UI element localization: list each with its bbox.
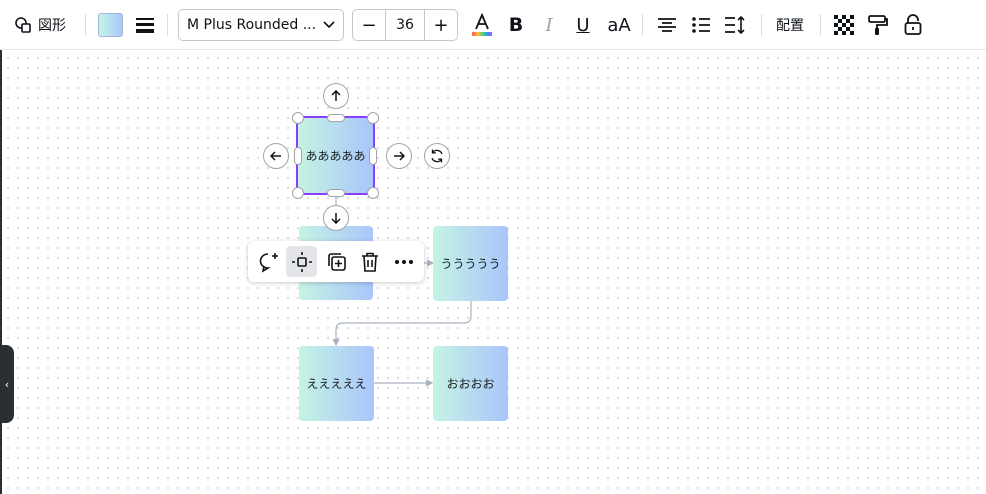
arrow-up-icon bbox=[331, 90, 341, 101]
add-connection-left-button[interactable] bbox=[263, 143, 289, 169]
position-button[interactable]: 配置 bbox=[772, 10, 808, 40]
add-comment-button[interactable] bbox=[253, 246, 284, 277]
text-align-button[interactable] bbox=[652, 10, 682, 40]
fill-color-swatch[interactable] bbox=[98, 13, 123, 37]
resize-handle-right[interactable] bbox=[369, 147, 377, 165]
text-color-button[interactable] bbox=[467, 10, 497, 40]
resize-handle-bottom[interactable] bbox=[327, 189, 345, 197]
decrease-font-size-button[interactable]: − bbox=[353, 10, 385, 40]
move-icon bbox=[291, 251, 312, 272]
arrow-left-icon bbox=[270, 151, 281, 161]
delete-icon bbox=[361, 252, 378, 272]
line-spacing-icon bbox=[725, 15, 745, 35]
bold-button[interactable]: B bbox=[501, 10, 531, 40]
spacing-button[interactable] bbox=[720, 10, 750, 40]
underline-button[interactable]: U bbox=[568, 10, 598, 40]
add-comment-icon bbox=[259, 252, 278, 273]
toolbar-divider bbox=[820, 14, 821, 36]
shape-node-d[interactable]: えええええ bbox=[299, 346, 374, 421]
resize-handle-top-left[interactable] bbox=[292, 112, 304, 124]
more-options-button[interactable] bbox=[388, 246, 419, 277]
italic-button[interactable]: I bbox=[534, 10, 564, 40]
toolbar-divider bbox=[167, 14, 168, 36]
arrow-right-icon bbox=[394, 151, 405, 161]
toolbar-divider bbox=[642, 14, 643, 36]
stroke-weight-icon bbox=[136, 18, 154, 33]
duplicate-icon bbox=[327, 252, 346, 271]
move-button[interactable] bbox=[286, 246, 317, 277]
lock-icon bbox=[904, 14, 922, 35]
node-label: あああああ bbox=[305, 149, 366, 163]
transparency-icon bbox=[834, 15, 854, 35]
editor-toolbar: 図形 M Plus Rounded ... − 36 + B I U aA 配置 bbox=[0, 0, 986, 50]
add-connection-right-button[interactable] bbox=[386, 143, 412, 169]
list-button[interactable] bbox=[686, 10, 716, 40]
transparency-button[interactable] bbox=[829, 10, 859, 40]
font-size-input[interactable]: 36 bbox=[385, 10, 425, 40]
rotate-handle[interactable] bbox=[424, 143, 450, 169]
toolbar-divider bbox=[85, 14, 86, 36]
shapes-button[interactable]: 図形 bbox=[14, 10, 66, 40]
increase-font-size-button[interactable]: + bbox=[425, 10, 457, 40]
resize-handle-bottom-left[interactable] bbox=[292, 187, 304, 199]
bullet-list-icon bbox=[692, 17, 710, 33]
shape-node-c[interactable]: ううううう bbox=[433, 226, 508, 301]
more-icon bbox=[394, 259, 413, 264]
delete-button[interactable] bbox=[354, 246, 385, 277]
collapse-side-panel-button[interactable]: ‹ bbox=[0, 345, 14, 423]
chevron-down-icon bbox=[323, 21, 335, 29]
paint-format-icon bbox=[868, 15, 888, 35]
letter-case-button[interactable]: aA bbox=[603, 10, 635, 40]
font-family-value: M Plus Rounded ... bbox=[187, 17, 317, 33]
font-family-select[interactable]: M Plus Rounded ... bbox=[178, 9, 344, 41]
copy-style-button[interactable] bbox=[863, 10, 893, 40]
text-color-icon bbox=[472, 13, 492, 36]
resize-handle-bottom-right[interactable] bbox=[367, 187, 379, 199]
node-label: おおおお bbox=[446, 377, 495, 391]
font-size-stepper: − 36 + bbox=[352, 9, 458, 41]
shapes-icon bbox=[15, 17, 31, 33]
arrow-down-icon bbox=[331, 213, 341, 224]
toolbar-divider bbox=[761, 14, 762, 36]
resize-handle-left[interactable] bbox=[294, 147, 302, 165]
resize-handle-top-right[interactable] bbox=[367, 112, 379, 124]
text-align-center-icon bbox=[658, 18, 676, 32]
shapes-label: 図形 bbox=[38, 18, 66, 34]
node-label: えええええ bbox=[306, 377, 367, 391]
resize-handle-top[interactable] bbox=[327, 114, 345, 122]
shape-node-e[interactable]: おおおお bbox=[433, 346, 508, 421]
shape-node-a[interactable]: あああああ bbox=[296, 116, 375, 195]
duplicate-button[interactable] bbox=[321, 246, 352, 277]
rotate-icon bbox=[431, 149, 443, 163]
add-connection-down-button[interactable] bbox=[323, 205, 349, 231]
lock-button[interactable] bbox=[898, 10, 928, 40]
stroke-style-button[interactable] bbox=[133, 13, 157, 37]
node-label: ううううう bbox=[440, 257, 501, 271]
add-connection-up-button[interactable] bbox=[323, 83, 349, 109]
floating-context-toolbar bbox=[248, 241, 424, 282]
side-panel-edge bbox=[0, 50, 2, 494]
